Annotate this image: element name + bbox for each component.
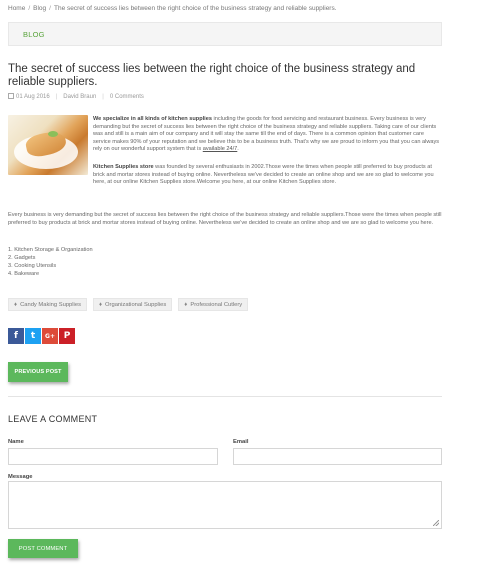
facebook-icon[interactable]: f bbox=[8, 328, 24, 344]
list-item: 4. Bakeware bbox=[8, 271, 40, 277]
name-field[interactable] bbox=[8, 448, 218, 465]
tag-label: Organizational Supplies bbox=[105, 301, 167, 308]
tag-professional-cutlery[interactable]: ♦ Professional Cutlery bbox=[178, 298, 249, 311]
blog-bar-label: BLOG bbox=[23, 30, 45, 39]
tag-icon: ♦ bbox=[14, 301, 18, 308]
post-title: The secret of success lies between the r… bbox=[8, 63, 416, 88]
post-paragraph-3: Every business is very demanding but the… bbox=[8, 212, 442, 226]
email-label: Email bbox=[233, 439, 249, 445]
p1-link[interactable]: available 24/7 bbox=[203, 146, 238, 152]
breadcrumb-blog[interactable]: Blog bbox=[33, 5, 46, 12]
post-paragraph-2: Kitchen Supplies store was founded by se… bbox=[93, 164, 443, 187]
post-comments-count[interactable]: 0 Comments bbox=[110, 94, 144, 100]
post-date: 01 Aug 2016 bbox=[16, 94, 50, 100]
message-field[interactable] bbox=[8, 481, 442, 529]
post-tags: ♦ Candy Making Supplies ♦ Organizational S… bbox=[8, 298, 249, 311]
p1-end: . bbox=[237, 146, 239, 153]
name-label: Name bbox=[8, 439, 24, 445]
pinterest-icon[interactable]: P bbox=[59, 328, 75, 344]
post-image bbox=[8, 115, 88, 175]
blog-section-bar: BLOG bbox=[8, 22, 442, 46]
post-paragraph-1: We specialize in all kinds of kitchen su… bbox=[93, 116, 443, 154]
tag-organizational[interactable]: ♦ Organizational Supplies bbox=[92, 298, 173, 311]
post-list: 1. Kitchen Storage & Organization 2. Gad… bbox=[8, 246, 93, 278]
tag-label: Candy Making Supplies bbox=[20, 301, 81, 308]
breadcrumb-separator: / bbox=[49, 5, 51, 12]
breadcrumb: Home / Blog / The secret of success lies bet… bbox=[8, 5, 337, 12]
breadcrumb-separator: / bbox=[28, 5, 31, 12]
breadcrumb-home[interactable]: Home bbox=[8, 5, 25, 12]
twitter-icon[interactable]: t bbox=[25, 328, 41, 344]
p2-bold: Kitchen Supplies store bbox=[93, 164, 154, 170]
breadcrumb-current: The secret of success lies between the r… bbox=[53, 5, 337, 12]
meta-divider: | bbox=[102, 94, 104, 100]
comment-section-title: LEAVE A COMMENT bbox=[8, 414, 98, 424]
list-item: 2. Gadgets bbox=[8, 255, 36, 261]
garnish-shape bbox=[48, 131, 58, 137]
resize-grip-icon[interactable] bbox=[433, 520, 439, 526]
p1-bold: We specialize in all kinds of kitchen su… bbox=[93, 116, 212, 122]
calendar-icon bbox=[8, 93, 14, 99]
post-author[interactable]: David Braun bbox=[63, 94, 96, 100]
meta-divider: | bbox=[55, 94, 58, 100]
googleplus-icon[interactable]: G+ bbox=[42, 328, 58, 344]
divider bbox=[8, 396, 442, 397]
tag-icon: ♦ bbox=[98, 301, 103, 308]
tag-label: Professional Cutlery bbox=[190, 301, 243, 308]
post-comment-button[interactable]: POST COMMENT bbox=[8, 539, 78, 558]
social-share: f t G+ P bbox=[8, 328, 75, 344]
previous-post-button[interactable]: PREVIOUS POST bbox=[8, 362, 68, 382]
tag-icon: ♦ bbox=[184, 301, 188, 308]
email-field[interactable] bbox=[233, 448, 442, 465]
message-label: Message bbox=[8, 474, 33, 480]
list-item: 1. Kitchen Storage & Organization bbox=[8, 247, 93, 253]
post-meta: 01 Aug 2016 | David Braun | 0 Comments bbox=[8, 93, 144, 100]
tag-candy-making[interactable]: ♦ Candy Making Supplies bbox=[8, 298, 87, 311]
list-item: 3. Cooking Utensils bbox=[8, 263, 57, 269]
